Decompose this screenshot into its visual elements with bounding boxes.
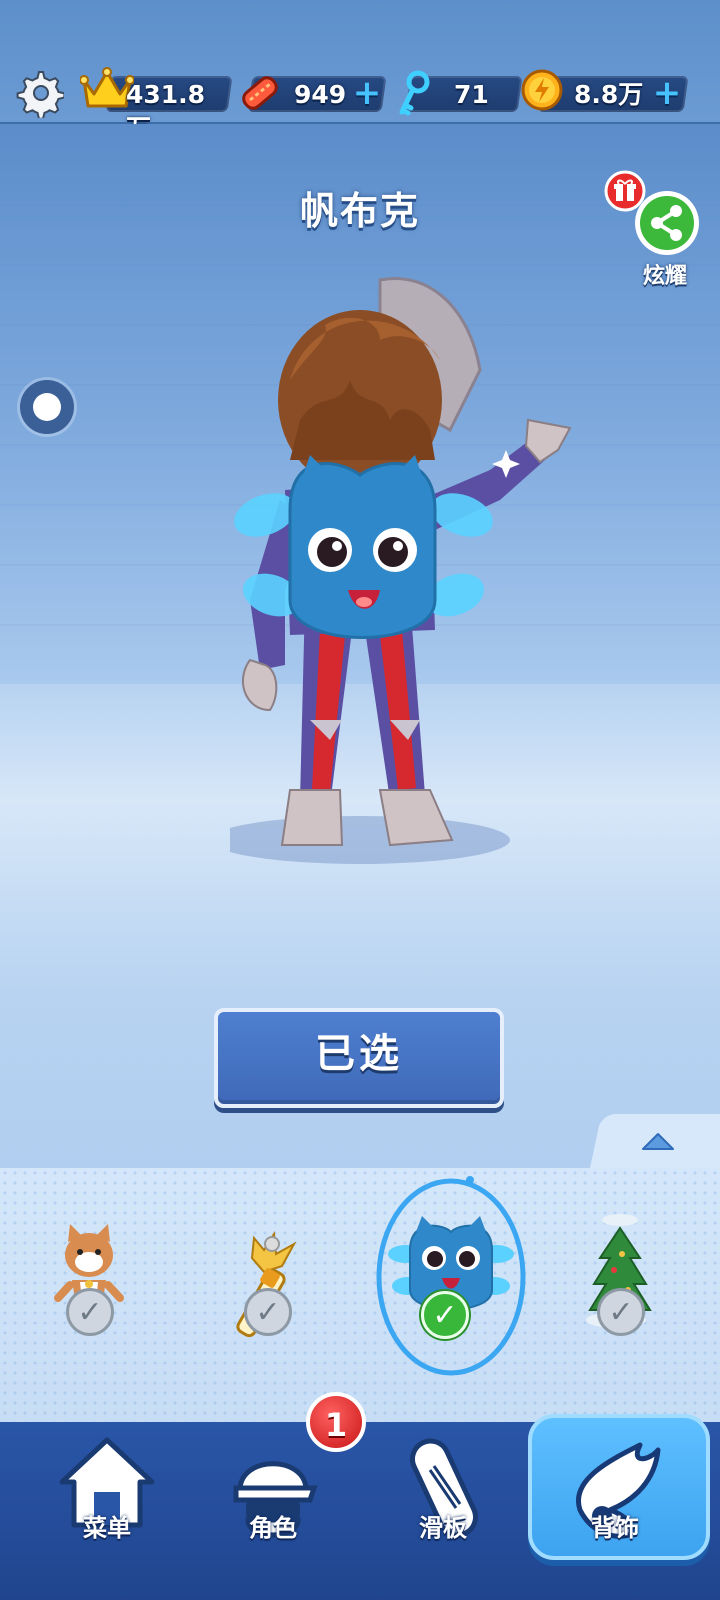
gift-icon (604, 170, 646, 212)
gear-icon[interactable] (14, 68, 64, 118)
skateboard-icon[interactable] (368, 1430, 518, 1570)
nav-label-back-accessory[interactable]: 背饰 (540, 1508, 690, 1543)
selected-button[interactable]: 已选 (214, 1008, 504, 1108)
ticket-value: 949 (294, 80, 347, 109)
crown-value: 431.8万 (126, 80, 206, 143)
coin-value: 8.8万 (574, 80, 644, 109)
home-icon[interactable] (32, 1430, 182, 1570)
nav-label-menu[interactable]: 菜单 (32, 1508, 182, 1543)
skateboard-ticket-icon (242, 76, 278, 110)
item-name: 帆布克 (299, 189, 420, 233)
key-icon (399, 70, 430, 116)
chevron-up-icon[interactable] (640, 1130, 676, 1152)
cat-pet-icon[interactable] (24, 1210, 154, 1360)
wings-icon[interactable] (540, 1430, 690, 1570)
character-icon[interactable] (198, 1430, 348, 1570)
nav-label-skateboard[interactable]: 滑板 (368, 1508, 518, 1543)
item-check-2: ✓ (244, 1288, 292, 1336)
key-value: 71 (454, 80, 489, 109)
christmas-tree-icon[interactable] (564, 1210, 694, 1360)
coin-icon (521, 69, 563, 111)
notification-badge: 1 (306, 1392, 366, 1452)
character-model[interactable] (230, 270, 590, 870)
item-check-4: ✓ (597, 1288, 645, 1336)
item-check-1: ✓ (66, 1288, 114, 1336)
item-check-3: ✓ (421, 1291, 469, 1339)
nav-label-character[interactable]: 角色 (198, 1508, 348, 1543)
add-coins-button[interactable]: + (652, 76, 682, 110)
rotate-handle[interactable] (20, 380, 74, 434)
golden-wand-icon[interactable] (204, 1210, 334, 1360)
add-tickets-button[interactable]: + (352, 76, 382, 110)
share-label: 炫耀 (642, 264, 687, 289)
